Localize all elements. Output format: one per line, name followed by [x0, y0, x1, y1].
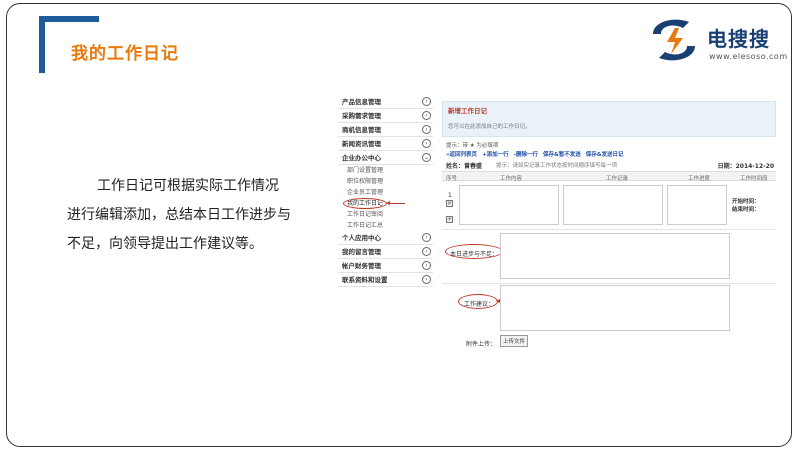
column-header: 工作记录: [606, 176, 629, 182]
attach-label: 附件上传：: [466, 341, 497, 348]
logo-text: 电搜搜: [707, 27, 770, 51]
annotation-arrow-icon: [386, 201, 405, 205]
sidebar-item-label: 联系资料和设置: [342, 276, 388, 284]
panel-header: 新增工作日记 您可以在此添加自己的工作日记。: [442, 101, 776, 137]
progress-textarea[interactable]: [500, 233, 730, 279]
suggest-textarea[interactable]: [500, 285, 730, 331]
sidebar-item-label: 帐户财务管理: [342, 262, 381, 270]
sidebar-item-office[interactable]: 企业办公中心 ⌄: [338, 151, 433, 165]
column-header: 工作时间段: [740, 176, 768, 182]
chevron-right-icon: ›: [422, 125, 431, 134]
form-toolbar: «返回列表页 +添加一行 -删除一行 保存&暂不发送 保存&发送日记: [446, 150, 624, 158]
sidebar-item-label: 产品信息管理: [342, 98, 381, 106]
date-label: 日期：2014-12-20: [717, 163, 774, 170]
chevron-right-icon: ›: [422, 111, 431, 120]
panel-title: 新增工作日记: [448, 107, 487, 115]
sidebar-subitem-summary[interactable]: 工作日记汇总: [338, 220, 433, 231]
chevron-right-icon: ›: [422, 275, 431, 284]
description-line-2: 进行编辑添加，总结本日工作进步与: [67, 207, 291, 223]
work-progress-input[interactable]: [667, 185, 727, 225]
description-line-3: 不足，向领导提出工作建议等。: [67, 236, 263, 252]
name-row: 姓名：曾春盛 提示：请如实记录工作状态按时间顺序填写每一项 日期：2014-12…: [446, 161, 776, 170]
sidebar-item-label: 企业办公中心: [342, 154, 381, 162]
sidebar-subitem-employees[interactable]: 企业员工管理: [338, 187, 433, 198]
delete-row-link[interactable]: -删除一行: [514, 150, 538, 158]
chevron-right-icon: ›: [422, 97, 431, 106]
logo-emblem-icon: [653, 19, 695, 61]
column-header: 工作进度: [688, 176, 711, 182]
sidebar-item-contact[interactable]: 联系资料和设置 ›: [338, 273, 433, 287]
chevron-down-icon: ⌄: [422, 153, 431, 162]
chevron-right-icon: ›: [422, 233, 431, 242]
required-hint: 提示：带 ★ 为必填项: [446, 143, 499, 149]
sidebar-item-products[interactable]: 产品信息管理 ›: [338, 95, 433, 109]
chevron-right-icon: ›: [422, 261, 431, 270]
table-header: 序号 工作内容 工作记录 工作进度 工作时间段: [442, 171, 776, 182]
chevron-right-icon: ›: [422, 139, 431, 148]
sidebar-item-label: 个人应用中心: [342, 234, 381, 242]
row-number: 1: [448, 192, 452, 199]
sidebar-subitem-permissions[interactable]: 职位权限管理: [338, 176, 433, 187]
sidebar-subitem-review[interactable]: 工作日记审阅: [338, 209, 433, 220]
sidebar-item-opportunities[interactable]: 商机信息管理 ›: [338, 123, 433, 137]
work-record-input[interactable]: [563, 185, 663, 225]
brand-logo: 电搜搜 www.elesoso.com: [645, 14, 788, 69]
slide-title: 我的工作日记: [71, 44, 179, 64]
start-time-label: 开始时间：: [732, 199, 760, 205]
sidebar-item-personal[interactable]: 个人应用中心 ›: [338, 231, 433, 245]
sidebar-item-messages[interactable]: 我的留言管理 ›: [338, 245, 433, 259]
app-screenshot: 产品信息管理 › 采购需求管理 › 商机信息管理 › 新闻资讯管理 › 企业办公中心 ⌄ …: [338, 95, 778, 355]
sidebar-item-label: 我的留言管理: [342, 248, 381, 256]
sidebar-item-label: 新闻资讯管理: [342, 140, 381, 148]
highlight-circle: [343, 198, 387, 209]
sidebar-item-purchases[interactable]: 采购需求管理 ›: [338, 109, 433, 123]
description-text: 工作日记可根据实际工作情况 进行编辑添加，总结本日工作进步与 不足，向领导提出工…: [67, 172, 317, 259]
back-to-list-link[interactable]: «返回列表页: [446, 150, 477, 158]
remove-row-icon[interactable]: ×: [446, 200, 453, 207]
chevron-right-icon: ›: [422, 247, 431, 256]
description-line-1: 工作日记可根据实际工作情况: [97, 178, 279, 194]
sidebar-item-finance[interactable]: 帐户财务管理 ›: [338, 259, 433, 273]
name-label: 姓名：曾春盛: [446, 163, 483, 170]
sidebar-item-label: 采购需求管理: [342, 112, 381, 120]
highlight-circle: [445, 244, 503, 259]
work-content-input[interactable]: [459, 185, 559, 225]
add-row-link[interactable]: +添加一行: [482, 150, 509, 158]
sidebar-subitem-departments[interactable]: 部门设置管理: [338, 165, 433, 176]
save-send-link[interactable]: 保存&发送日记: [586, 150, 624, 158]
sidebar-item-label: 商机信息管理: [342, 126, 381, 134]
save-draft-link[interactable]: 保存&暂不发送: [543, 150, 581, 158]
form-tip: 提示：请如实记录工作状态按时间顺序填写每一项: [496, 163, 618, 169]
diary-form: 新增工作日记 您可以在此添加自己的工作日记。 提示：带 ★ 为必填项 «返回列表…: [442, 101, 776, 355]
highlight-circle: [458, 294, 498, 309]
panel-description: 您可以在此添加自己的工作日记。: [448, 124, 531, 130]
logo-url: www.elesoso.com: [709, 52, 788, 61]
column-header: 工作内容: [500, 176, 523, 182]
upload-file-button[interactable]: 上传文件: [500, 335, 529, 347]
column-header: 序号: [446, 176, 458, 182]
end-time-label: 结束时间：: [732, 207, 760, 213]
sidebar-nav: 产品信息管理 › 采购需求管理 › 商机信息管理 › 新闻资讯管理 › 企业办公中心 ⌄ …: [338, 95, 433, 287]
add-row-icon[interactable]: +: [446, 216, 453, 223]
sidebar-item-news[interactable]: 新闻资讯管理 ›: [338, 137, 433, 151]
